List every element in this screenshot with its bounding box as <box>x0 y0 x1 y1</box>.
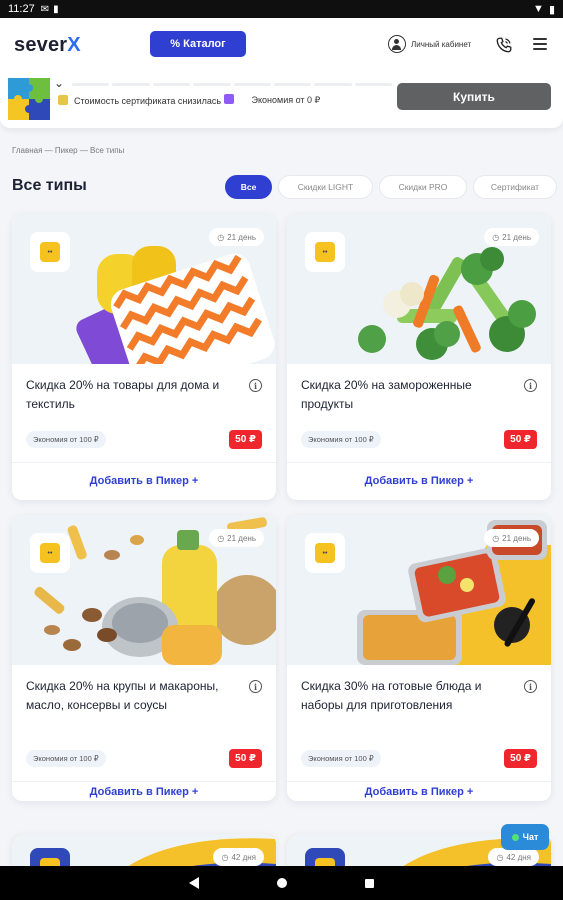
add-to-picker-button[interactable]: Добавить в Пикер + <box>287 463 551 499</box>
filter-pro[interactable]: Скидки PRO <box>379 175 467 199</box>
phone-icon[interactable] <box>495 36 513 54</box>
account-label: Личный кабинет <box>411 39 472 49</box>
add-to-picker-button[interactable]: Добавить в Пикер + <box>287 782 551 801</box>
duration-badge: ◷ 42 дня <box>213 848 264 866</box>
hamburger-menu-icon[interactable] <box>533 38 547 50</box>
certificate-icon <box>58 95 68 105</box>
severx-logo[interactable]: severX <box>14 34 81 57</box>
catalog-button[interactable]: % Каталог <box>150 31 246 57</box>
duration-badge: ◷ 21 день <box>209 529 264 547</box>
economy-badge: Экономия от 100 ₽ <box>26 431 106 448</box>
duration-badge: ◷ 21 день <box>209 228 264 246</box>
clock-icon: ◷ <box>496 852 504 862</box>
offer-title: Скидка 20% на замороженные продукты <box>301 378 472 411</box>
home-icon[interactable] <box>277 878 287 888</box>
buy-button[interactable]: Купить <box>397 83 551 110</box>
gmail-icon: ✉ <box>40 3 50 15</box>
offer-title: Скидка 20% на крупы и макароны, масло, к… <box>26 679 219 712</box>
info-icon[interactable]: i <box>249 680 262 693</box>
offer-card[interactable]: •• ◷ 21 день Скидка 30% на готовые блюда … <box>287 515 551 801</box>
clock-icon: ◷ <box>221 852 229 862</box>
sale-badge-icon <box>223 94 234 104</box>
online-dot-icon <box>511 833 519 841</box>
promo-text-row: Стоимость сертификата снизилась Экономия… <box>58 94 320 106</box>
app-header: severX % Каталог Личный кабинет <box>0 18 563 72</box>
clock-icon: ◷ <box>492 533 500 543</box>
brand-logo: •• <box>305 232 345 272</box>
brand-logo: •• <box>30 232 70 272</box>
brand-logo: •• <box>305 533 345 573</box>
account-link[interactable]: Личный кабинет <box>388 35 471 53</box>
page-title: Все типы <box>12 177 87 194</box>
chat-button[interactable]: Чат <box>501 824 549 850</box>
duration-badge: ◷ 21 день <box>484 228 539 246</box>
filter-certificate[interactable]: Сертификат <box>473 175 557 199</box>
promo-economy: Экономия от 0 ₽ <box>251 94 321 105</box>
android-nav-bar <box>0 866 563 900</box>
brand-logo: •• <box>30 533 70 573</box>
offer-card[interactable]: •• ◷ 21 день Скидка 20% на крупы и макаро… <box>12 515 276 801</box>
offer-title: Скидка 30% на готовые блюда и наборы для… <box>301 679 482 712</box>
promo-text: Стоимость сертификата снизилась <box>74 94 234 106</box>
add-to-picker-button[interactable]: Добавить в Пикер + <box>12 463 276 499</box>
notification-icon: ▮ <box>53 3 59 15</box>
duration-badge: ◷ 42 дня <box>488 848 539 866</box>
info-icon[interactable]: i <box>524 680 537 693</box>
economy-badge: Экономия от 100 ₽ <box>26 750 106 767</box>
clock-icon: ◷ <box>217 232 225 242</box>
clock-icon: ◷ <box>492 232 500 242</box>
offer-card[interactable]: •• ◷ 21 день Скидка 20% на замороженные п… <box>287 214 551 500</box>
info-icon[interactable]: i <box>524 379 537 392</box>
breadcrumb[interactable]: Главная — Пикер — Все типы <box>12 146 124 155</box>
economy-badge: Экономия от 100 ₽ <box>301 750 381 767</box>
info-icon[interactable]: i <box>249 379 262 392</box>
offer-title: Скидка 20% на товары для дома и текстиль <box>26 378 220 411</box>
price-badge: 50 ₽ <box>504 430 537 449</box>
android-status-bar: 11:27 ✉ ▮ ▼ ▮ <box>0 0 563 18</box>
add-to-picker-button[interactable]: Добавить в Пикер + <box>12 782 276 801</box>
economy-badge: Экономия от 100 ₽ <box>301 431 381 448</box>
filter-light[interactable]: Скидки LIGHT <box>278 175 373 199</box>
back-icon[interactable] <box>189 877 199 889</box>
battery-icon: ▮ <box>548 3 555 16</box>
story-progress <box>72 83 392 86</box>
status-time: 11:27 <box>8 3 35 15</box>
chevron-down-icon[interactable]: ⌄ <box>54 76 64 90</box>
recents-icon[interactable] <box>365 878 374 888</box>
clock-icon: ◷ <box>217 533 225 543</box>
promo-banner: ⌄ Стоимость сертификата снизилась Эконом… <box>0 72 563 128</box>
puzzle-logo-icon <box>8 78 50 120</box>
price-badge: 50 ₽ <box>229 749 262 768</box>
filter-chips: Все Скидки LIGHT Скидки PRO Сертификат <box>225 175 557 199</box>
wifi-icon: ▼ <box>533 3 544 15</box>
price-badge: 50 ₽ <box>504 749 537 768</box>
user-icon <box>388 35 406 53</box>
duration-badge: ◷ 21 день <box>484 529 539 547</box>
offer-card[interactable]: •• ◷ 21 день Скидка 20% на товары для дом… <box>12 214 276 500</box>
price-badge: 50 ₽ <box>229 430 262 449</box>
filter-all[interactable]: Все <box>225 175 272 199</box>
